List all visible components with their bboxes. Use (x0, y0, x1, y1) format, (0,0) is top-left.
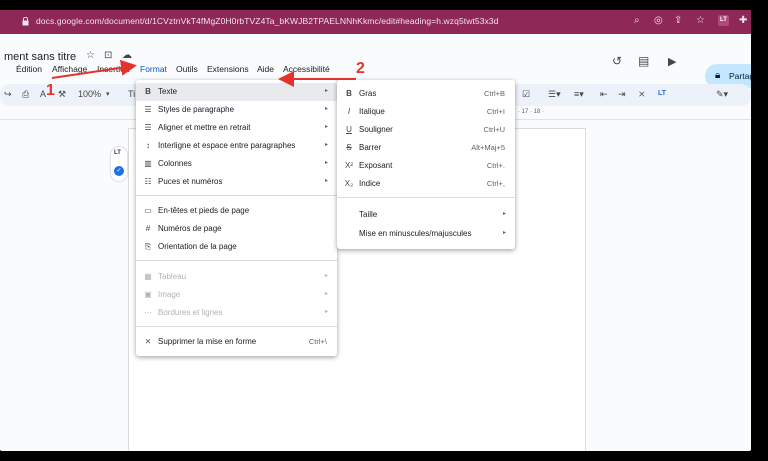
annotation-step-1: 1 (46, 82, 55, 99)
browser-window: docs.google.com/document/d/1CVztnVkT4fMg… (0, 10, 751, 451)
annotation-arrow-1 (51, 59, 137, 79)
annotation-overlay (51, 59, 356, 87)
annotation-step-2: 2 (356, 60, 365, 77)
